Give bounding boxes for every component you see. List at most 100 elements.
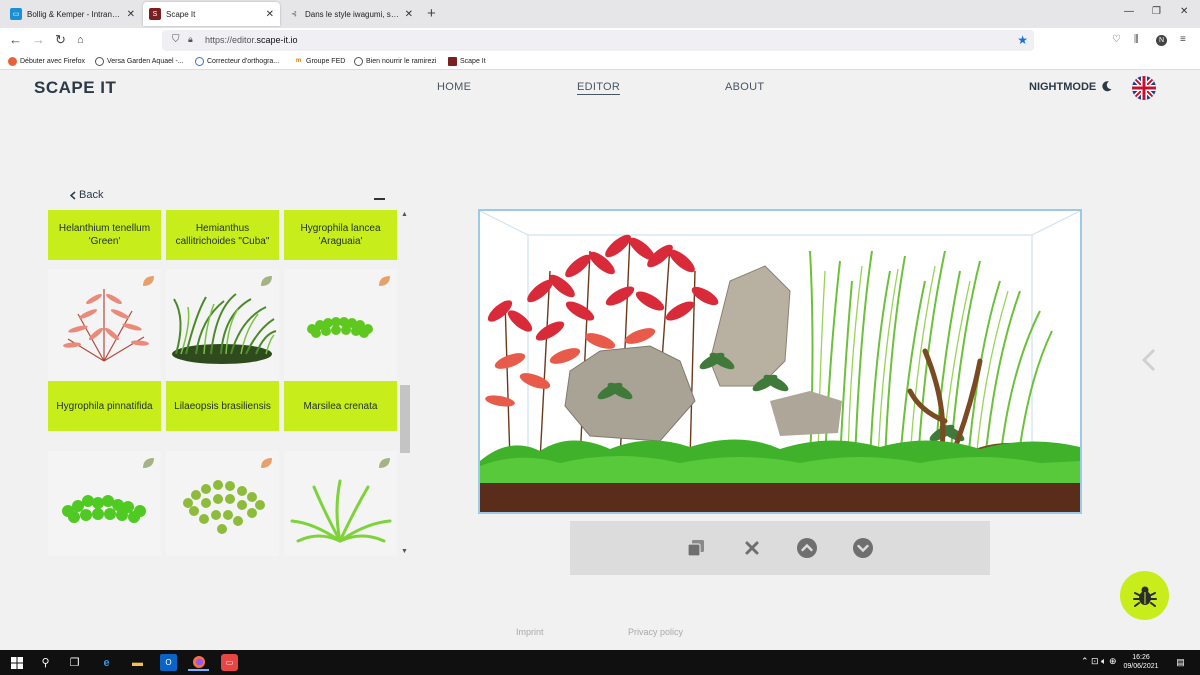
notifications-icon[interactable]: ▤ [1172, 654, 1189, 671]
copy-icon[interactable] [686, 538, 706, 558]
url-text: https://editor.scape-it.io [205, 35, 298, 45]
scrollbar-thumb[interactable] [400, 385, 410, 453]
plant-thumbnail-moss[interactable] [166, 451, 279, 556]
bug-icon [1132, 586, 1157, 607]
chevron-right-icon[interactable] [1141, 348, 1157, 372]
leaf-badge-icon [261, 276, 272, 286]
close-tab-icon[interactable]: ✕ [405, 9, 413, 20]
menu-icon[interactable]: ≡ [1180, 34, 1186, 45]
tab-title: Scape It [166, 9, 196, 19]
minimize-panel-button[interactable] [374, 198, 385, 200]
tab-title: Bollig & Kemper - Intranet : Con [27, 9, 123, 19]
bookmark-item[interactable]: Scape It [448, 57, 486, 66]
bookmark-item[interactable]: Versa Garden Aquael -... [95, 57, 184, 66]
nightmode-toggle[interactable]: NIGHTMODE [1029, 81, 1096, 93]
plant-card-hemianthus[interactable]: Hemianthus callitrichoides "Cuba" [166, 210, 279, 260]
leaf-badge-icon [261, 458, 272, 468]
aquarium-canvas[interactable] [478, 209, 1082, 514]
plant-card-hygrophila-lancea[interactable]: Hygrophila lancea 'Araguaia' [284, 210, 397, 260]
file-explorer-icon[interactable]: ▬ [129, 654, 146, 671]
scroll-up-icon[interactable]: ▲ [401, 211, 408, 218]
aquascape-illustration [480, 211, 1080, 512]
shield-icon[interactable]: ⛉ [172, 34, 180, 45]
task-view-icon[interactable]: ❐ [66, 654, 83, 671]
tab-iwagumi[interactable]: ⊰ Dans le style iwagumi, sur le for ✕ [282, 2, 419, 26]
leaf-badge-icon [143, 276, 154, 286]
minimize-window-icon[interactable]: — [1124, 6, 1134, 17]
plant-card-helanthium[interactable]: Helanthium tenellum 'Green' [48, 210, 161, 260]
bookmark-item[interactable]: m Groupe FED [294, 57, 345, 66]
reload-icon[interactable]: ↻ [55, 33, 66, 47]
bug-report-button[interactable] [1120, 571, 1169, 620]
plant-grid: Helanthium tenellum 'Green' Hemianthus c… [48, 210, 398, 556]
plant-name: Hygrophila pinnatifida [56, 400, 153, 412]
app-icon[interactable]: ▭ [221, 654, 238, 671]
privacy-policy-link[interactable]: Privacy policy [628, 627, 683, 637]
account-icon[interactable]: N [1156, 35, 1167, 46]
firefox-taskbar-icon[interactable] [188, 654, 209, 671]
nav-about[interactable]: ABOUT [725, 81, 764, 93]
scroll-down-icon[interactable]: ▼ [401, 548, 408, 555]
pocket-icon[interactable]: ♡ [1112, 34, 1121, 45]
edge-icon[interactable]: e [98, 654, 115, 671]
nav-home[interactable]: HOME [437, 81, 471, 93]
bookmark-star-icon[interactable]: ★ [1017, 33, 1028, 47]
delete-icon[interactable] [742, 538, 762, 558]
bookmark-item[interactable]: Débuter avec Firefox [8, 57, 85, 66]
new-tab-icon[interactable]: + [427, 5, 436, 22]
plant-card-hygrophila-pinnatifida[interactable]: Hygrophila pinnatifida [48, 381, 161, 431]
globe-icon [95, 57, 104, 66]
back-arrow-icon[interactable]: ← [9, 33, 22, 47]
globe-icon [354, 57, 363, 66]
restore-window-icon[interactable]: ❐ [1152, 6, 1161, 17]
uk-flag-icon[interactable] [1132, 76, 1156, 100]
close-tab-icon[interactable]: ✕ [127, 9, 135, 20]
clock-time: 16:26 [1132, 654, 1150, 661]
outlook-icon[interactable]: O [160, 654, 177, 671]
clock-date: 09/06/2021 [1123, 663, 1159, 670]
url-bar[interactable]: ⛉ 🔒︎ https://editor.scape-it.io ★ [162, 30, 1034, 51]
firefox-icon [8, 57, 17, 66]
lock-icon[interactable]: 🔒︎ [188, 34, 193, 45]
move-up-icon[interactable] [797, 538, 817, 558]
forward-arrow-icon[interactable]: → [32, 33, 45, 47]
windows-taskbar: ⚲ ❐ e ▬ O ▭ ⌃ ⊡ 🔈︎ ⊕ 16:26 09/06/2021 ▤ [0, 650, 1200, 675]
nav-editor[interactable]: EDITOR [577, 81, 621, 95]
close-tab-icon[interactable]: ✕ [266, 9, 274, 20]
bookmark-item[interactable]: Bien nourrir le ramirezi [354, 57, 436, 66]
plant-thumbnail-clover[interactable] [48, 451, 161, 556]
plant-card-marsilea[interactable]: Marsilea crenata [284, 381, 397, 431]
home-icon[interactable]: ⌂ [77, 33, 84, 47]
plant-thumbnail-fern[interactable] [284, 451, 397, 556]
plant-card-lilaeopsis[interactable]: Lilaeopsis brasiliensis [166, 381, 279, 431]
moon-icon[interactable] [1101, 80, 1113, 92]
plant-thumbnail-red-stem[interactable] [48, 269, 161, 381]
tab-title: Dans le style iwagumi, sur le for [305, 9, 401, 19]
leaf-badge-icon [379, 458, 390, 468]
fish-favicon-icon: ⊰ [291, 11, 297, 18]
bookmark-item[interactable]: Correcteur d'orthogra... [195, 57, 279, 66]
bookmarks-bar: Débuter avec Firefox Versa Garden Aquael… [0, 53, 1200, 70]
site-logo[interactable]: SCAPE IT [34, 78, 116, 98]
object-toolbar [570, 521, 990, 575]
library-icon[interactable]: ⫼ [1134, 34, 1139, 45]
taskbar-clock[interactable]: 16:26 09/06/2021 [1120, 653, 1162, 671]
search-icon[interactable]: ⚲ [37, 654, 54, 671]
close-window-icon[interactable]: ✕ [1180, 6, 1188, 17]
plant-name: Hygrophila lancea 'Araguaia' [300, 223, 381, 247]
leaf-badge-icon [143, 458, 154, 468]
chevron-left-icon [70, 190, 76, 200]
back-button[interactable]: Back [70, 189, 103, 201]
tab-scape-it[interactable]: S Scape It ✕ [143, 2, 280, 26]
plant-thumbnail-carpet[interactable] [284, 269, 397, 381]
spellcheck-icon [195, 57, 204, 66]
windows-start-icon[interactable] [8, 654, 25, 671]
plant-thumbnail-grass[interactable] [166, 269, 279, 381]
imprint-link[interactable]: Imprint [516, 627, 544, 637]
tab-intranet[interactable]: ▭ Bollig & Kemper - Intranet : Con ✕ [4, 2, 141, 26]
back-label: Back [79, 189, 104, 201]
scape-it-favicon-icon [448, 57, 457, 66]
browser-nav-bar: ← → ↻ ⌂ ⛉ 🔒︎ https://editor.scape-it.io … [0, 28, 1200, 53]
system-tray-icons[interactable]: ⌃ ⊡ 🔈︎ ⊕ [1081, 656, 1117, 667]
move-down-icon[interactable] [853, 538, 873, 558]
